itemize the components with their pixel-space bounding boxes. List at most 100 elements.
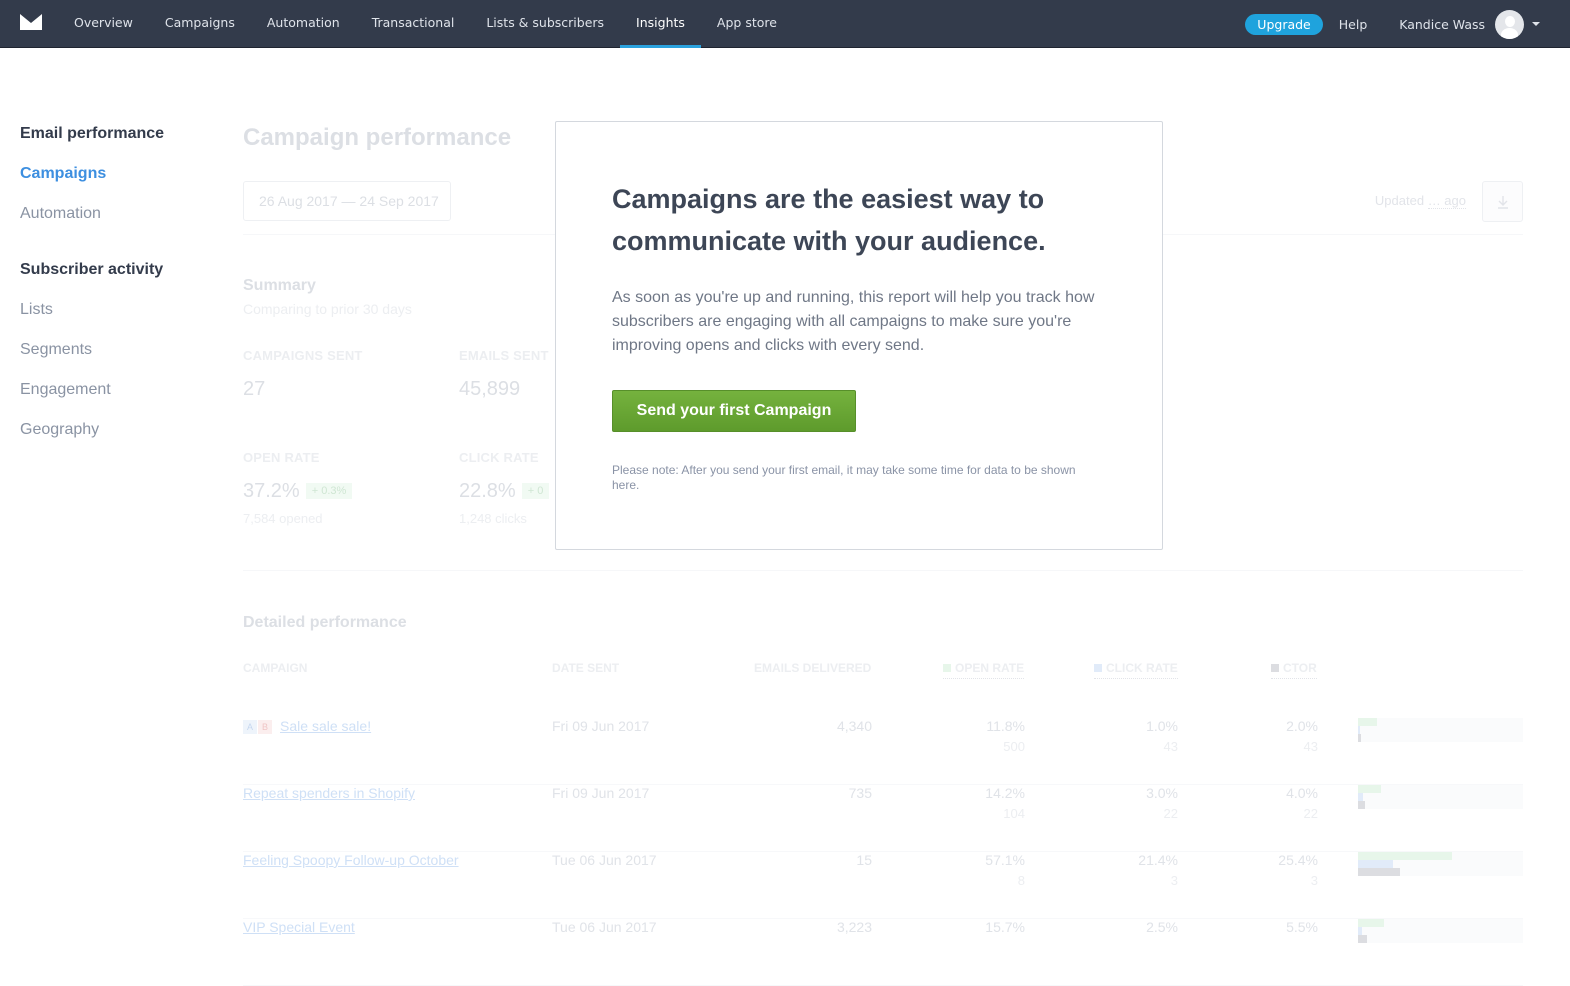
- cell-date-sent: Fri 09 Jun 2017: [552, 718, 650, 734]
- download-button[interactable]: [1482, 181, 1523, 222]
- open-rate-value: 37.2%: [243, 480, 300, 502]
- table-row: Feeling Spoopy Follow-up October Tue 06 J…: [243, 852, 1523, 919]
- table-row: A B Sale sale sale! Fri 09 Jun 2017 4,340 11.…: [243, 718, 1523, 785]
- ctor-count: 43: [1303, 739, 1318, 754]
- sidebar-heading-email-performance: Email performance: [20, 125, 165, 142]
- click-rate: 21.4%: [1138, 852, 1178, 868]
- open-count: 8: [1017, 873, 1025, 888]
- change-badge: + 0.3%: [305, 483, 353, 499]
- date-range-picker[interactable]: 26 Aug 2017 — 24 Sep 2017: [243, 181, 451, 221]
- ctor-rate: 5.5%: [1286, 919, 1318, 935]
- stat-sub: 7,584 opened: [243, 511, 323, 526]
- campaign-link[interactable]: Repeat spenders in Shopify: [243, 785, 415, 801]
- sidebar-item-campaigns[interactable]: Campaigns: [20, 165, 220, 189]
- click-rate-swatch-icon: [1094, 664, 1102, 672]
- detailed-performance-title: Detailed performance: [243, 614, 407, 631]
- click-count: 3: [1170, 873, 1178, 888]
- cell-emails-delivered: 3,223: [836, 919, 872, 935]
- open-rate: 15.7%: [985, 919, 1025, 935]
- ctor-bar: [1358, 868, 1400, 876]
- column-header-date-sent[interactable]: DATE SENT: [552, 661, 619, 675]
- sidebar-item-automation[interactable]: Automation: [20, 205, 220, 229]
- ctor-rate: 2.0%: [1286, 718, 1318, 734]
- updated-status: Updated … ago: [1374, 193, 1466, 209]
- column-header-click-rate[interactable]: CLICK RATE: [1094, 661, 1178, 679]
- ctor-count: 22: [1303, 806, 1318, 821]
- chevron-down-icon[interactable]: [1532, 22, 1540, 26]
- campaign-monitor-logo-icon[interactable]: [20, 14, 42, 30]
- ctor-bar: [1358, 935, 1368, 943]
- open-rate-bar: [1358, 919, 1384, 927]
- stat-value: 27: [243, 378, 266, 400]
- click-rate: 1.0%: [1146, 718, 1178, 734]
- header-label: CLICK RATE: [1106, 661, 1178, 675]
- ctor-rate: 25.4%: [1278, 852, 1318, 868]
- click-rate: 2.5%: [1146, 919, 1178, 935]
- cell-ctor: 2.0% 43: [1243, 718, 1318, 754]
- divider: [243, 570, 1523, 571]
- cell-emails-delivered: 15: [856, 852, 872, 868]
- nav-overview[interactable]: Overview: [58, 0, 149, 48]
- page-title: Campaign performance: [243, 124, 512, 151]
- sidebar-item-engagement[interactable]: Engagement: [20, 381, 220, 405]
- table-row: Repeat spenders in Shopify Fri 09 Jun 201…: [243, 785, 1523, 852]
- stat-value: 37.2% + 0.3%: [243, 480, 453, 503]
- open-rate-bar: [1358, 785, 1382, 793]
- summary-title: Summary: [243, 277, 316, 294]
- sidebar-item-lists[interactable]: Lists: [20, 301, 220, 325]
- cell-ctor: 5.5%: [1243, 919, 1318, 940]
- open-rate-bar: [1358, 852, 1453, 860]
- cell-campaign: Repeat spenders in Shopify: [243, 785, 415, 801]
- summary-subtitle: Comparing to prior 30 days: [243, 301, 412, 317]
- click-count: 43: [1163, 739, 1178, 754]
- open-rate-swatch-icon: [943, 664, 951, 672]
- sidebar-heading-subscriber-activity: Subscriber activity: [20, 261, 164, 278]
- stat-open-rate: OPEN RATE 37.2% + 0.3% 7,584 opened: [243, 450, 453, 526]
- cell-emails-delivered: 735: [848, 785, 872, 801]
- sidebar-item-geography[interactable]: Geography: [20, 421, 220, 445]
- cell-open-rate: 14.2% 104: [943, 785, 1025, 821]
- click-rate: 3.0%: [1146, 785, 1178, 801]
- ctor-swatch-icon: [1271, 664, 1279, 672]
- campaign-link[interactable]: VIP Special Event: [243, 919, 355, 935]
- rate-bars: [1358, 785, 1523, 809]
- open-count: 500: [1003, 739, 1025, 754]
- cell-campaign: VIP Special Event: [243, 919, 355, 935]
- sidebar-item-segments[interactable]: Segments: [20, 341, 220, 365]
- campaign-link[interactable]: Feeling Spoopy Follow-up October: [243, 852, 459, 868]
- ctor-count: 3: [1310, 873, 1318, 888]
- ctor-rate: 4.0%: [1286, 785, 1318, 801]
- cell-date-sent: Tue 06 Jun 2017: [552, 919, 657, 935]
- updated-label: Updated: [1374, 193, 1425, 208]
- cell-click-rate: 21.4% 3: [1094, 852, 1178, 888]
- cell-ctor: 4.0% 22: [1243, 785, 1318, 821]
- ctor-bar: [1358, 801, 1365, 809]
- header-label: CTOR: [1283, 661, 1317, 675]
- modal-body: As soon as you're up and running, this r…: [612, 289, 1095, 354]
- cell-date-sent: Fri 09 Jun 2017: [552, 785, 650, 801]
- ab-test-b-badge: B: [258, 720, 273, 734]
- cell-click-rate: 2.5%: [1094, 919, 1178, 940]
- modal-note: Please note: After you send your first e…: [612, 463, 1076, 492]
- column-header-campaign[interactable]: CAMPAIGN: [243, 661, 307, 675]
- nav-campaigns[interactable]: Campaigns: [149, 0, 251, 48]
- click-rate-bar: [1358, 860, 1394, 868]
- stat-campaigns-sent: CAMPAIGNS SENT 27: [243, 348, 453, 401]
- cell-campaign: Feeling Spoopy Follow-up October: [243, 852, 459, 868]
- ctor-bar: [1358, 734, 1362, 742]
- cell-date-sent: Tue 06 Jun 2017: [552, 852, 657, 868]
- send-first-campaign-button[interactable]: Send your first Campaign: [612, 390, 856, 432]
- column-header-open-rate[interactable]: OPEN RATE: [943, 661, 1025, 679]
- stat-label: CAMPAIGNS SENT: [243, 348, 363, 363]
- click-rate-bar: [1358, 927, 1363, 935]
- cell-click-rate: 1.0% 43: [1094, 718, 1178, 754]
- modal-title: Campaigns are the easiest way to communi…: [612, 184, 1046, 256]
- click-rate-value: 22.8%: [459, 480, 516, 502]
- column-header-emails-delivered[interactable]: EMAILS DELIVERED: [754, 661, 871, 675]
- campaign-link[interactable]: Sale sale sale!: [280, 718, 371, 734]
- rate-bars: [1358, 919, 1523, 943]
- stat-label: OPEN RATE: [243, 450, 320, 465]
- open-rate: 14.2%: [985, 785, 1025, 801]
- open-rate: 11.8%: [986, 718, 1025, 734]
- column-header-ctor[interactable]: CTOR: [1271, 661, 1317, 679]
